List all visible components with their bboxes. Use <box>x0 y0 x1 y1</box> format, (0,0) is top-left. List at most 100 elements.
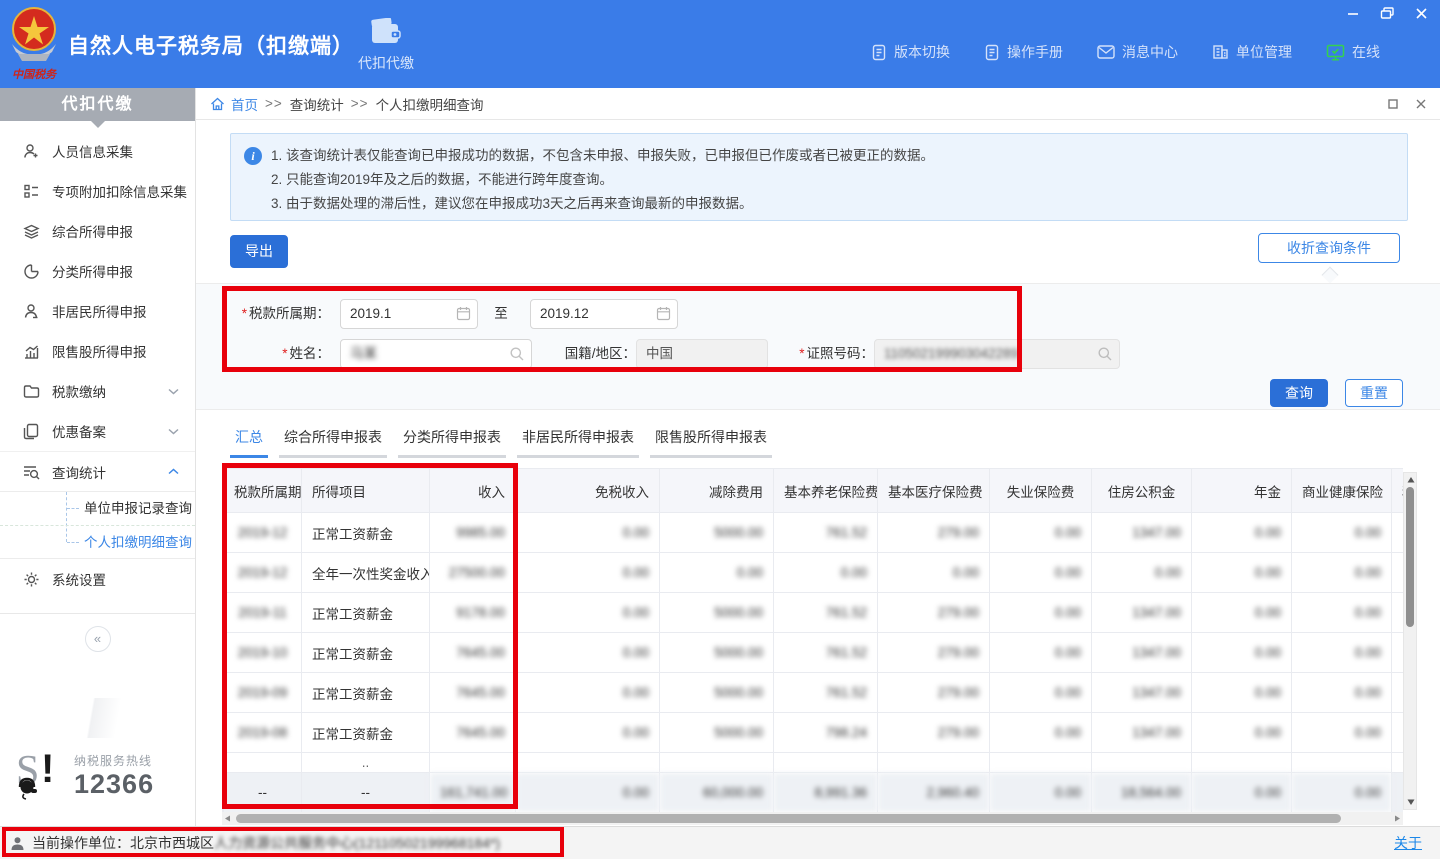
summary-cell <box>1392 773 1404 813</box>
sidebar-item-label: 查询统计 <box>52 462 106 482</box>
cell: 0.00 <box>1292 633 1392 673</box>
nationality-input: 中国 <box>636 339 768 369</box>
table-row[interactable]: 2019-12 全年一次性奖金收入 27500.00 0.00 0.00 0.0… <box>224 553 1404 593</box>
col-header: 税款所属期 <box>224 469 302 513</box>
cell: 1347.00 <box>1092 513 1192 553</box>
logo-text: 中国税务 <box>12 68 58 81</box>
menu-label: 版本切换 <box>894 42 950 62</box>
cell: 279.00 <box>878 673 990 713</box>
sidebar-item-nonresident-income[interactable]: 非居民所得申报 <box>0 291 195 331</box>
restore-button[interactable] <box>1380 6 1395 20</box>
name-input[interactable]: 马某 <box>340 339 532 369</box>
notice-line: 3. 由于数据处理的滞后性，建议您在申报成功3天之后再来查询最新的申报数据。 <box>271 192 1393 216</box>
tab-nonresident-income[interactable]: 非居民所得申报表 <box>517 427 639 458</box>
table-row[interactable]: 2019-09 正常工资薪金 7645.00 0.00 5000.00 761.… <box>224 673 1404 713</box>
scroll-up-icon[interactable] <box>1407 476 1415 484</box>
table-row[interactable]: 2019-12 正常工资薪金 9985.00 0.00 5000.00 761.… <box>224 513 1404 553</box>
menu-unit-management[interactable]: 单位管理 <box>1212 42 1292 62</box>
id-number-input[interactable]: 110502199903042289 <box>874 339 1120 369</box>
search-icon[interactable] <box>509 346 525 362</box>
table-row[interactable]: 2019-10 正常工资薪金 7645.00 0.00 5000.00 761.… <box>224 633 1404 673</box>
tab-classified-income[interactable]: 分类所得申报表 <box>398 427 506 458</box>
app-title: 自然人电子税务局（扣缴端） <box>68 30 354 60</box>
sidebar-item-personnel-info[interactable]: 人员信息采集 <box>0 131 195 171</box>
sidebar-item-label: 优惠备案 <box>52 421 106 441</box>
tab-restricted-stock[interactable]: 限售股所得申报表 <box>650 427 772 458</box>
cell <box>1392 633 1404 673</box>
name-label: *姓名： <box>240 339 330 369</box>
sidebar-item-tax-payment[interactable]: 税款缴纳 <box>0 371 195 411</box>
cell: 1347.00 <box>1092 633 1192 673</box>
cell <box>1392 713 1404 753</box>
export-button[interactable]: 导出 <box>230 235 288 268</box>
layers-icon <box>22 222 40 240</box>
cell: 0.00 <box>1192 713 1292 753</box>
pane-close-icon[interactable] <box>1416 99 1426 109</box>
status-bar: 当前操作单位： 北京市西城区 人力资源公共服务中心(12110502199968… <box>0 826 1440 859</box>
cell: 0.00 <box>1192 633 1292 673</box>
pane-maximize-icon[interactable] <box>1388 99 1398 109</box>
col-header: 所得项目 <box>302 469 430 513</box>
sidebar-collapse-button[interactable]: « <box>85 626 111 652</box>
sidebar-item-preferential-record[interactable]: 优惠备案 <box>0 411 195 451</box>
breadcrumb-separator: >> <box>265 96 283 111</box>
cell: 761.52 <box>774 513 878 553</box>
monitor-check-icon <box>1326 44 1345 61</box>
period-from-input[interactable]: 2019.1 <box>340 299 478 329</box>
sidebar-item-query-statistics[interactable]: 查询统计 <box>0 451 195 491</box>
info-icon: i <box>244 147 262 165</box>
summary-cell: 60,000.00 <box>660 773 774 813</box>
current-unit-masked: 人力资源公共服务中心(12110502199968184*) <box>214 833 500 853</box>
cell: 279.00 <box>878 633 990 673</box>
sidebar-subitem-unit-declaration-query[interactable]: 单位申报记录查询 <box>0 492 195 525</box>
scroll-down-icon[interactable] <box>1407 798 1415 806</box>
sidebar-menu: 人员信息采集 专项附加扣除信息采集 综合所得申报 分类所得申报 <box>0 131 195 652</box>
top-tab-withholding[interactable]: 代扣代缴 <box>348 18 424 73</box>
menu-manual[interactable]: 操作手册 <box>984 42 1063 62</box>
table-row[interactable]: 2019-08 正常工资薪金 7645.00 0.00 5000.00 798.… <box>224 713 1404 753</box>
tab-summary[interactable]: 汇总 <box>230 427 268 458</box>
col-header: 基本养老保险费 <box>774 469 878 513</box>
vertical-scroll-thumb[interactable] <box>1406 487 1414 627</box>
cell: 0.00 <box>516 673 660 713</box>
calendar-icon <box>656 306 671 321</box>
cell: 1347.00 <box>1092 593 1192 633</box>
app-window: 中国税务 自然人电子税务局（扣缴端） 代扣代缴 版本切换 <box>0 0 1440 859</box>
menu-version-switch[interactable]: 版本切换 <box>871 42 950 62</box>
cell: 0.00 <box>1192 593 1292 633</box>
sidebar-item-comprehensive-income[interactable]: 综合所得申报 <box>0 211 195 251</box>
horizontal-scrollbar[interactable] <box>222 812 1403 825</box>
doc-icon <box>984 44 1000 61</box>
main-content: i 1. 该查询统计表仅能查询已申报成功的数据，不包含未申报、申报失败，已申报但… <box>196 120 1440 826</box>
search-icon[interactable] <box>1097 346 1113 362</box>
sidebar-item-classified-income[interactable]: 分类所得申报 <box>0 251 195 291</box>
fold-query-button[interactable]: 收折查询条件 <box>1258 233 1400 263</box>
table-row[interactable]: 2019-11 正常工资薪金 9178.00 0.00 5000.00 761.… <box>224 593 1404 633</box>
sidebar: 代扣代缴 人员信息采集 专项附加扣除信息采集 综合所得申报 <box>0 88 196 826</box>
sidebar-item-system-settings[interactable]: 系统设置 <box>0 559 195 599</box>
cell: 0.00 <box>990 673 1092 713</box>
menu-message-center[interactable]: 消息中心 <box>1097 42 1178 62</box>
close-button[interactable] <box>1415 7 1428 20</box>
notice-box: i 1. 该查询统计表仅能查询已申报成功的数据，不包含未申报、申报失败，已申报但… <box>230 133 1408 221</box>
cell-period: 2019-09 <box>224 673 302 713</box>
nationality-label: 国籍/地区： <box>548 339 636 369</box>
minimize-button[interactable] <box>1346 6 1360 20</box>
vertical-scrollbar[interactable] <box>1403 472 1417 810</box>
sidebar-item-special-deduction[interactable]: 专项附加扣除信息采集 <box>0 171 195 211</box>
tab-comprehensive-income[interactable]: 综合所得申报表 <box>279 427 387 458</box>
query-button[interactable]: 查询 <box>1270 379 1328 407</box>
menu-online-status[interactable]: 在线 <box>1326 42 1380 62</box>
breadcrumb-home[interactable]: 首页 <box>231 94 258 114</box>
reset-button[interactable]: 重置 <box>1345 379 1403 407</box>
summary-cell: 0.00 <box>990 773 1092 813</box>
scroll-left-icon[interactable] <box>224 815 231 822</box>
summary-cell: 8,991.36 <box>774 773 878 813</box>
horizontal-scroll-thumb[interactable] <box>236 814 1341 823</box>
summary-cell: -- <box>224 773 302 813</box>
period-to-input[interactable]: 2019.12 <box>530 299 678 329</box>
sidebar-subitem-personal-withholding-query[interactable]: 个人扣缴明细查询 <box>0 525 195 558</box>
about-link[interactable]: 关于 <box>1394 833 1422 853</box>
sidebar-item-restricted-stock[interactable]: 限售股所得申报 <box>0 331 195 371</box>
scroll-right-icon[interactable] <box>1394 815 1401 822</box>
